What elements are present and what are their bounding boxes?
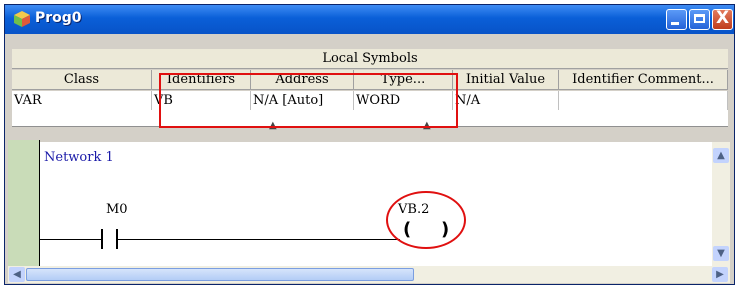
title-bar[interactable]: Prog0 X bbox=[5, 5, 734, 34]
close-button[interactable]: X bbox=[712, 8, 733, 30]
close-icon: X bbox=[715, 8, 730, 28]
left-power-rail-margin bbox=[8, 140, 40, 266]
scroll-right-icon[interactable]: ▶ bbox=[712, 267, 728, 282]
horizontal-scroll-thumb[interactable] bbox=[26, 268, 414, 281]
minimize-icon bbox=[671, 22, 679, 25]
cell-class[interactable]: VAR bbox=[12, 91, 152, 110]
coil-highlight-annotation bbox=[386, 191, 466, 249]
left-power-rail bbox=[39, 140, 40, 266]
program-icon bbox=[14, 11, 30, 27]
wire-segment bbox=[118, 239, 400, 240]
window-title: Prog0 bbox=[35, 10, 82, 26]
column-header-class[interactable]: Class bbox=[12, 70, 152, 90]
contact-bar-left[interactable] bbox=[101, 229, 103, 249]
minimize-button[interactable] bbox=[666, 9, 687, 30]
vertical-scrollbar[interactable]: ▲ ▼ bbox=[712, 142, 730, 266]
scroll-left-icon[interactable]: ◀ bbox=[9, 267, 25, 282]
maximize-icon bbox=[694, 14, 705, 23]
scroll-up-icon[interactable]: ▲ bbox=[713, 148, 729, 163]
maximize-button[interactable] bbox=[689, 9, 710, 30]
horizontal-scrollbar[interactable]: ◀ ▶ bbox=[8, 266, 730, 283]
network-label: Network 1 bbox=[44, 150, 114, 165]
local-symbols-caption: Local Symbols bbox=[12, 49, 728, 69]
cell-initial-value[interactable]: N/A bbox=[453, 91, 559, 110]
column-header-identifier-comment[interactable]: Identifier Comment... bbox=[559, 70, 728, 90]
wire-segment bbox=[40, 239, 101, 240]
cell-identifier-comment[interactable] bbox=[559, 91, 728, 110]
contact-label: M0 bbox=[106, 202, 128, 217]
highlight-annotation bbox=[159, 73, 458, 128]
column-header-initial-value[interactable]: Initial Value bbox=[453, 70, 559, 90]
scroll-down-icon[interactable]: ▼ bbox=[713, 246, 729, 261]
